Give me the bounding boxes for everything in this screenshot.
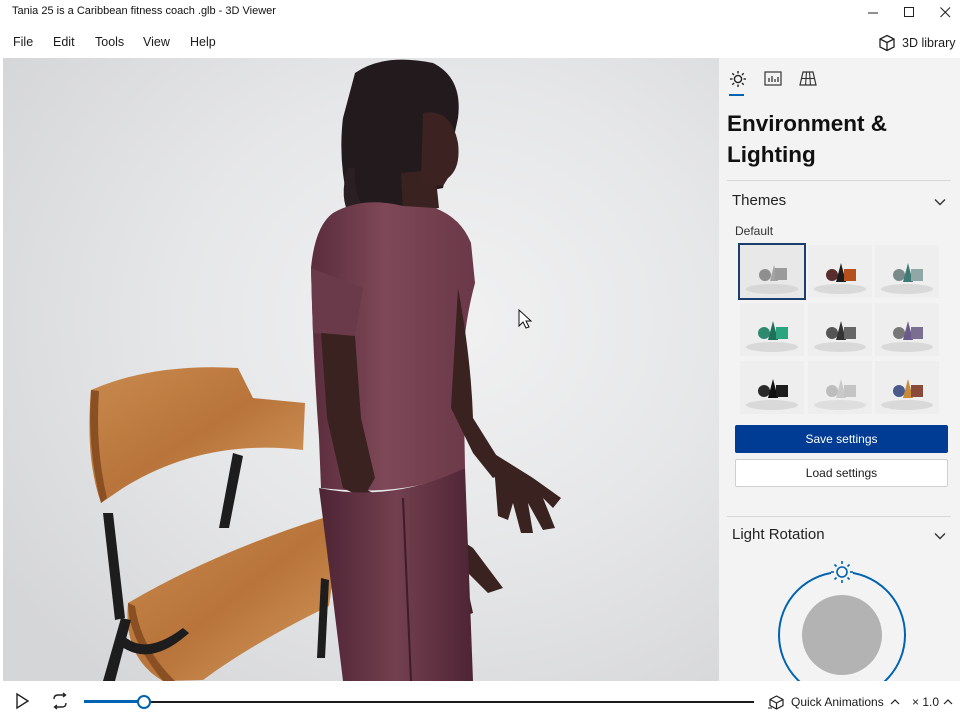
theme-preview bbox=[881, 379, 933, 410]
tab-stats[interactable] bbox=[763, 68, 783, 90]
light-source-icon[interactable] bbox=[831, 561, 853, 583]
theme-preview bbox=[746, 379, 798, 410]
divider bbox=[727, 180, 951, 181]
quick-animations-label: Quick Animations bbox=[791, 695, 884, 709]
animation-icon bbox=[768, 694, 784, 710]
light-rotation-control[interactable] bbox=[769, 553, 909, 681]
timeline-progress bbox=[84, 700, 145, 703]
theme-blue-brown[interactable] bbox=[875, 361, 939, 414]
menu-view[interactable]: View bbox=[143, 35, 170, 49]
theme-preview bbox=[814, 263, 866, 294]
sun-icon bbox=[730, 71, 746, 87]
theme-green-cube[interactable] bbox=[740, 303, 804, 356]
theme-preview bbox=[881, 263, 933, 294]
maximize-icon bbox=[903, 6, 914, 17]
maximize-button[interactable] bbox=[891, 0, 927, 24]
tab-grid[interactable] bbox=[798, 68, 818, 90]
theme-purple-gray[interactable] bbox=[875, 303, 939, 356]
menu-file[interactable]: File bbox=[13, 35, 33, 49]
3d-viewport[interactable] bbox=[3, 58, 719, 681]
loop-icon[interactable] bbox=[50, 692, 70, 710]
cube-icon bbox=[879, 34, 895, 52]
play-icon[interactable] bbox=[12, 692, 32, 710]
chevron-up-icon bbox=[890, 699, 900, 705]
chevron-up-icon bbox=[943, 699, 953, 705]
3d-library-label: 3D library bbox=[902, 36, 956, 50]
3d-scene bbox=[3, 58, 719, 681]
close-button[interactable] bbox=[927, 0, 960, 24]
playback-bar: Quick Animations × 1.0 bbox=[0, 681, 960, 720]
theme-preview bbox=[881, 321, 933, 352]
load-settings-button[interactable]: Load settings bbox=[735, 459, 948, 487]
menu-help[interactable]: Help bbox=[190, 35, 216, 49]
minimize-icon bbox=[867, 12, 878, 13]
theme-preview bbox=[746, 321, 798, 352]
3d-library-button[interactable]: 3D library bbox=[878, 32, 956, 54]
window-title: Tania 25 is a Caribbean fitness coach .g… bbox=[12, 5, 276, 17]
panel-title: Environment & Lighting bbox=[727, 111, 888, 167]
theme-light-gray[interactable] bbox=[808, 361, 872, 414]
stats-icon bbox=[764, 71, 782, 86]
environment-panel: Environment & Lighting Themes Default Sa… bbox=[719, 58, 960, 681]
divider bbox=[727, 516, 951, 517]
title-bar: Tania 25 is a Caribbean fitness coach .g… bbox=[0, 0, 960, 24]
theme-caption: Default bbox=[735, 224, 774, 238]
save-settings-button[interactable]: Save settings bbox=[735, 425, 948, 453]
theme-black-shapes[interactable] bbox=[740, 361, 804, 414]
theme-dark-cone-orange[interactable] bbox=[808, 245, 872, 298]
light-rotation-header[interactable]: Light Rotation bbox=[732, 526, 825, 543]
panel-tabs bbox=[727, 68, 947, 98]
menu-tools[interactable]: Tools bbox=[95, 35, 124, 49]
theme-dark-gray[interactable] bbox=[808, 303, 872, 356]
tab-lighting[interactable] bbox=[728, 68, 748, 96]
themes-header[interactable]: Themes bbox=[732, 192, 786, 209]
timeline-track[interactable] bbox=[84, 695, 754, 709]
theme-preview bbox=[746, 265, 798, 294]
theme-default-gray[interactable] bbox=[738, 243, 806, 300]
theme-grid bbox=[738, 243, 941, 415]
theme-preview bbox=[814, 379, 866, 410]
timeline-thumb[interactable] bbox=[137, 695, 152, 709]
minimize-button[interactable] bbox=[855, 0, 891, 24]
theme-teal-cone[interactable] bbox=[875, 245, 939, 298]
quick-animations-button[interactable]: Quick Animations bbox=[768, 693, 900, 711]
menu-bar: File Edit Tools View Help 3D library bbox=[0, 26, 960, 58]
theme-preview bbox=[814, 321, 866, 352]
playback-speed-label: × 1.0 bbox=[912, 695, 940, 709]
grid-icon bbox=[799, 71, 817, 86]
playback-speed-button[interactable]: × 1.0 bbox=[912, 693, 953, 711]
chevron-down-icon[interactable] bbox=[933, 529, 947, 543]
menu-edit[interactable]: Edit bbox=[53, 35, 75, 49]
chevron-down-icon[interactable] bbox=[933, 195, 947, 209]
close-icon bbox=[939, 6, 950, 17]
